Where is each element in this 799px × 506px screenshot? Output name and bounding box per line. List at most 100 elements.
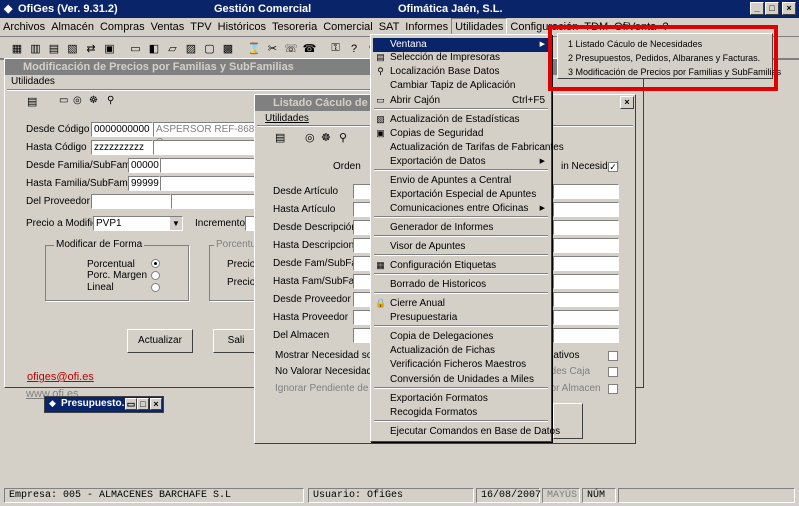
menu-item-4[interactable]: Abrir Cajón ▭ Ctrl+F5 bbox=[373, 94, 549, 108]
menu-item-12[interactable]: Generador de Informes bbox=[373, 221, 549, 235]
menu-item-13[interactable]: Visor de Apuntes bbox=[373, 240, 549, 254]
win2-input-right-3[interactable] bbox=[553, 238, 619, 253]
win2-menu-utilidades[interactable]: Utilidades bbox=[265, 113, 309, 124]
minimize-icon[interactable]: _ bbox=[750, 2, 764, 15]
menu-3[interactable]: Ventas bbox=[148, 18, 188, 37]
win2-input-right-1[interactable] bbox=[553, 202, 619, 217]
settings-icon[interactable]: ☸ bbox=[321, 131, 331, 144]
win2-input-4[interactable] bbox=[353, 256, 371, 271]
menu-item-6[interactable]: Copias de Seguridad ▣ bbox=[373, 127, 549, 141]
execute-icon[interactable]: ▤ bbox=[275, 131, 285, 144]
menu-0[interactable]: Archivos bbox=[0, 18, 48, 37]
menu-6[interactable]: Tesoreria bbox=[269, 18, 320, 37]
close-icon[interactable]: × bbox=[782, 2, 796, 15]
calc-icon[interactable]: ▤ bbox=[45, 40, 63, 57]
menu-item-20[interactable]: Verificación Ficheros Maestros bbox=[373, 358, 549, 372]
folder-icon[interactable]: ▱ bbox=[164, 40, 182, 57]
menu-item-3[interactable]: Cambiar Tapiz de Aplicación bbox=[373, 79, 549, 93]
right1-checkbox[interactable] bbox=[608, 351, 618, 361]
tray-icon[interactable]: ▢ bbox=[201, 40, 219, 57]
menu-item-16[interactable]: Cierre Anual 🔒 bbox=[373, 297, 549, 311]
cards-icon[interactable]: ▣ bbox=[101, 40, 119, 57]
menu-item-23[interactable]: Recogida Formatos bbox=[373, 406, 549, 420]
tools-icon[interactable]: ✂ bbox=[264, 40, 282, 57]
menu-item-11[interactable]: Comunicaciones entre Oficinas ▶ bbox=[373, 202, 549, 216]
lineal-radio[interactable] bbox=[151, 283, 160, 292]
close-icon[interactable]: × bbox=[620, 96, 634, 109]
win2-input-right-4[interactable] bbox=[553, 256, 619, 271]
chat-icon[interactable]: ◧ bbox=[145, 40, 163, 57]
restore-icon[interactable]: ▭ bbox=[125, 398, 137, 410]
win2-input-right-2[interactable] bbox=[553, 220, 619, 235]
search-icon[interactable]: ⚲ bbox=[339, 131, 347, 144]
menu-item-1[interactable]: Selección de Impresoras ▤ bbox=[373, 51, 549, 65]
swap-icon[interactable]: ⇄ bbox=[82, 40, 100, 57]
preview-icon[interactable]: ◎ bbox=[305, 131, 315, 144]
menu-item-9[interactable]: Envio de Apuntes a Central bbox=[373, 174, 549, 188]
win2-input-right-7[interactable] bbox=[553, 310, 619, 325]
precio-select[interactable]: PVP1 ▼ bbox=[93, 216, 183, 231]
menu-1[interactable]: Almacén bbox=[48, 18, 97, 37]
win2-input-7[interactable] bbox=[353, 310, 371, 325]
salir-button[interactable]: Sali bbox=[213, 329, 259, 353]
win2-input-right-0[interactable] bbox=[553, 184, 619, 199]
necesidad-checkbox[interactable]: ✓ bbox=[608, 162, 618, 172]
win2-input-right-6[interactable] bbox=[553, 292, 619, 307]
hasta-familia-input[interactable]: 99999 bbox=[128, 176, 160, 191]
win2-input-right-5[interactable] bbox=[553, 274, 619, 289]
menu-item-24[interactable]: Ejecutar Comandos en Base de Datos bbox=[373, 425, 560, 439]
chart-icon[interactable]: ▨ bbox=[182, 40, 200, 57]
doc-icon[interactable]: ▭ bbox=[127, 40, 145, 57]
proveedor-input[interactable] bbox=[91, 194, 171, 209]
menu-7[interactable]: Comercial bbox=[320, 18, 376, 37]
win2-input-5[interactable] bbox=[353, 274, 371, 289]
chevron-down-icon[interactable]: ▼ bbox=[170, 217, 182, 230]
win2-input-3[interactable] bbox=[353, 238, 371, 253]
win1-menu-utilidades[interactable]: Utilidades bbox=[11, 75, 55, 89]
key-icon[interactable]: ⚿ bbox=[327, 40, 345, 57]
menu-item-7[interactable]: Actualización de Tarifas de Fabricantes bbox=[373, 141, 564, 155]
hour-icon[interactable]: ⌛ bbox=[245, 40, 263, 57]
win2-input-right-8[interactable] bbox=[553, 328, 619, 343]
actualizar-button[interactable]: Actualizar bbox=[127, 329, 193, 353]
right3-checkbox[interactable] bbox=[608, 384, 618, 394]
win2-input-8[interactable] bbox=[353, 328, 371, 343]
win2-input-6[interactable] bbox=[353, 292, 371, 307]
preview-icon[interactable]: ◎ bbox=[73, 95, 82, 106]
print-icon[interactable]: ▩ bbox=[219, 40, 237, 57]
menu-item-17[interactable]: Presupuestaria bbox=[373, 311, 549, 325]
save-icon[interactable]: ▦ bbox=[8, 40, 26, 57]
print-icon[interactable]: ▭ bbox=[59, 95, 68, 106]
menu-4[interactable]: TPV bbox=[187, 18, 214, 37]
porc-margen-radio[interactable] bbox=[151, 271, 160, 280]
menu-item-19[interactable]: Actualización de Fichas bbox=[373, 344, 549, 358]
menu-item-2[interactable]: Localización Base Datos ⚲ bbox=[373, 65, 549, 79]
desde-familia-input[interactable]: 00000 bbox=[128, 158, 160, 173]
maximize-icon[interactable]: □ bbox=[137, 398, 149, 410]
phone-icon[interactable]: ☏ bbox=[282, 40, 300, 57]
hasta-codigo-input[interactable]: zzzzzzzzzz bbox=[91, 140, 153, 155]
win2-input-2[interactable] bbox=[353, 220, 371, 235]
menu-item-22[interactable]: Exportación Formatos bbox=[373, 392, 549, 406]
win2-input-0[interactable] bbox=[353, 184, 371, 199]
search-icon[interactable]: ⚲ bbox=[107, 95, 114, 106]
menu-item-14[interactable]: Configuración Etiquetas ▦ bbox=[373, 259, 549, 273]
call-icon[interactable]: ☎ bbox=[301, 40, 319, 57]
presupuesto-minimized-window[interactable]: ◆ Presupuesto... ▭ □ × bbox=[44, 396, 164, 413]
menu-item-10[interactable]: Exportación Especial de Apuntes bbox=[373, 188, 549, 202]
menu-item-0[interactable]: Ventana ▶ bbox=[373, 38, 549, 52]
win2-input-1[interactable] bbox=[353, 202, 371, 217]
right2-checkbox[interactable] bbox=[608, 367, 618, 377]
menu-5[interactable]: Históricos bbox=[215, 18, 269, 37]
porcentual-radio[interactable] bbox=[151, 259, 160, 268]
menu-item-15[interactable]: Borrado de Historicos bbox=[373, 278, 549, 292]
menu-item-8[interactable]: Exportación de Datos ▶ bbox=[373, 155, 549, 169]
email-link[interactable]: ofiges@ofi.es bbox=[27, 371, 94, 383]
book-icon[interactable]: ▥ bbox=[27, 40, 45, 57]
desde-codigo-input[interactable]: 0000000000 bbox=[91, 122, 153, 137]
close-icon[interactable]: × bbox=[150, 398, 162, 410]
help-icon[interactable]: ? bbox=[345, 40, 363, 57]
menu-item-18[interactable]: Copia de Delegaciones bbox=[373, 330, 549, 344]
maximize-icon[interactable]: □ bbox=[765, 2, 779, 15]
menu-item-5[interactable]: Actualización de Estadísticas ▧ bbox=[373, 113, 549, 127]
